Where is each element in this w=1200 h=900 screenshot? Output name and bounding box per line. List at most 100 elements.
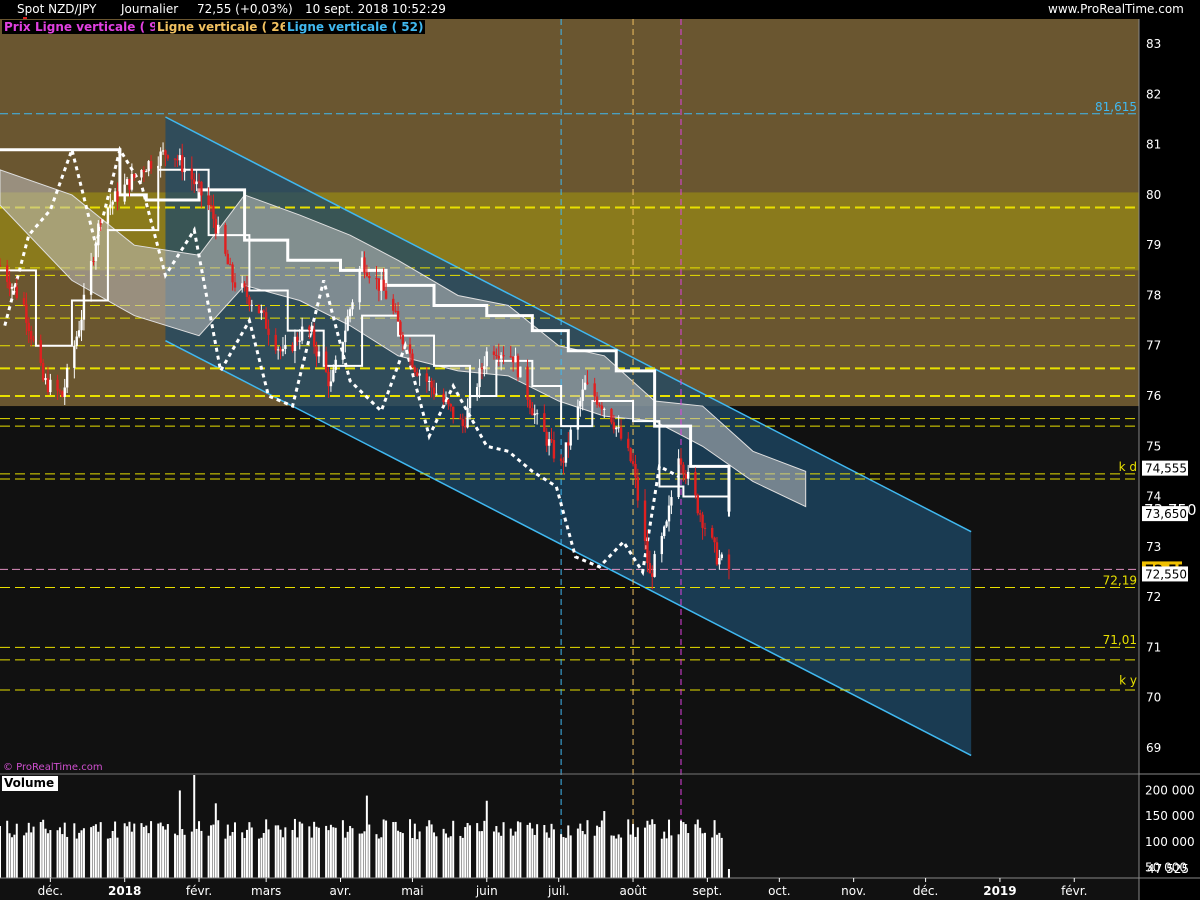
candle-body: [97, 223, 100, 246]
volume-bar: [677, 834, 680, 878]
candle-body: [511, 356, 515, 363]
volume-bar: [123, 823, 126, 878]
candle-body: [718, 557, 721, 565]
volume-bar: [97, 831, 100, 878]
candle-body: [128, 179, 131, 190]
volume-bar: [78, 832, 81, 878]
volume-bar: [42, 819, 45, 878]
volume-bar: [63, 822, 66, 878]
volume-bar: [552, 829, 555, 878]
volume-bar: [476, 823, 479, 878]
volume-bar: [94, 824, 97, 878]
volume-bar: [579, 823, 582, 878]
volume-bar: [109, 838, 112, 878]
volume-bar: [680, 820, 683, 878]
candle-body: [392, 298, 395, 311]
candle-body: [449, 404, 453, 407]
volume-bar: [30, 832, 33, 878]
candle-body: [447, 400, 450, 405]
volume-bar: [718, 832, 721, 878]
candle-body: [243, 283, 246, 288]
volume-bar: [243, 838, 246, 878]
candle-body: [617, 427, 620, 429]
volume-bar: [75, 838, 78, 878]
candle-body: [444, 400, 448, 403]
candle-body: [29, 331, 33, 340]
x-tick-label: juin: [475, 884, 498, 898]
x-tick-label: févr.: [1061, 884, 1087, 898]
level-label: 71,01: [1103, 633, 1137, 647]
candle-body: [157, 165, 160, 169]
volume-bar: [214, 803, 217, 878]
candle-body: [341, 342, 345, 360]
volume-bar: [301, 823, 304, 878]
candle-body: [694, 471, 697, 496]
candle-body: [312, 329, 316, 347]
candle-body: [296, 336, 299, 342]
candle-body: [382, 279, 385, 291]
candle-body: [99, 223, 102, 225]
candle-body: [475, 387, 479, 397]
y-tick-label: 69: [1146, 741, 1161, 755]
volume-bar: [600, 820, 603, 878]
volume-bar: [468, 825, 471, 878]
volume-bar: [257, 838, 260, 878]
volume-bar: [615, 838, 618, 878]
x-tick-label: 2019: [983, 884, 1016, 898]
volume-bar: [447, 837, 450, 878]
volume-bar: [265, 819, 268, 878]
volume-bar: [233, 822, 236, 878]
candle-body: [495, 354, 498, 356]
volume-bar: [550, 823, 553, 878]
volume-bar: [58, 827, 61, 878]
volume-bar: [646, 820, 649, 878]
candle-body: [425, 373, 429, 382]
candle-body: [483, 366, 486, 370]
candle-body: [197, 181, 201, 183]
price-chart[interactable]: 69707172737475767778798081828350 000100 …: [0, 0, 1200, 900]
candle-body: [394, 310, 397, 312]
candle-body: [116, 191, 119, 202]
volume-bar: [332, 827, 335, 878]
volume-bar: [210, 825, 213, 878]
candle-body: [346, 316, 349, 331]
volume-bar: [224, 838, 227, 878]
candle-body: [461, 419, 464, 427]
candle-body: [459, 417, 462, 420]
candle-body: [315, 346, 318, 357]
candle-body: [274, 334, 277, 351]
volume-bar: [562, 837, 565, 878]
volume-bar: [248, 822, 251, 878]
volume-bar: [13, 834, 16, 878]
candle-body: [106, 207, 110, 224]
candle-body: [559, 458, 563, 462]
volume-bar: [61, 834, 64, 878]
candle-body: [593, 383, 596, 397]
volume-bar: [632, 823, 635, 878]
candle-body: [401, 335, 405, 345]
volume-bar: [116, 837, 119, 878]
candle-body: [514, 355, 517, 363]
candle-body: [519, 366, 522, 378]
y-tick-label: 76: [1146, 389, 1161, 403]
candle-body: [32, 339, 35, 341]
candle-body: [193, 179, 196, 185]
volume-bar: [569, 835, 572, 878]
candle-body: [65, 367, 69, 388]
candle-body: [207, 195, 210, 206]
volume-bar: [126, 826, 129, 878]
volume-bar: [128, 821, 131, 878]
volume-bar: [147, 833, 150, 878]
candle-body: [701, 514, 704, 528]
volume-bar: [464, 827, 467, 878]
volume-bar: [581, 830, 584, 878]
candle-body: [615, 427, 618, 430]
candle-body: [178, 155, 182, 161]
candle-body: [631, 461, 635, 464]
candle-body: [161, 150, 165, 152]
volume-bar: [15, 823, 18, 878]
candle-body: [466, 408, 469, 428]
volume-bar: [250, 827, 253, 878]
candle-body: [183, 168, 186, 173]
volume-bar: [634, 836, 637, 878]
